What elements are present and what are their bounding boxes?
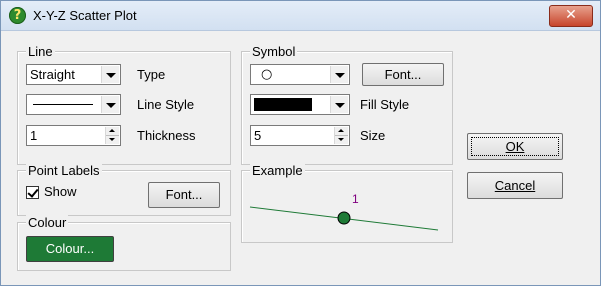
size-spinner[interactable]: 5 [250, 125, 350, 146]
title-bar: ? X-Y-Z Scatter Plot ✕ [1, 1, 600, 31]
example-preview: 1 [249, 192, 439, 231]
point-labels-font-button[interactable]: Font... [148, 182, 220, 208]
point-labels-font-button-label: Font... [165, 187, 203, 202]
fill-style-select[interactable] [250, 94, 350, 115]
symbol-font-button[interactable]: Font... [362, 63, 444, 86]
size-label: Size [360, 128, 386, 143]
point-labels-group: Point Labels Show Font... [17, 163, 231, 216]
line-style-label: Line Style [137, 97, 195, 112]
symbol-select[interactable]: ○ [250, 64, 350, 85]
example-point-label: 1 [352, 192, 359, 206]
line-type-value: Straight [30, 67, 75, 82]
chevron-down-icon[interactable] [330, 66, 348, 83]
colour-button-label: Colour... [45, 241, 95, 256]
symbol-value: ○ [261, 67, 273, 82]
close-button[interactable]: ✕ [549, 5, 593, 27]
spin-down-icon[interactable] [109, 138, 115, 141]
line-style-select[interactable] [26, 94, 121, 115]
cancel-button[interactable]: Cancel [467, 172, 563, 199]
chevron-down-icon[interactable] [330, 96, 348, 113]
colour-group: Colour Colour... [17, 215, 231, 271]
dialog-body: Line Straight Type Line Style 1 Thicknes… [9, 37, 592, 277]
line-type-select[interactable]: Straight [26, 64, 121, 85]
symbol-font-button-label: Font... [384, 67, 422, 82]
size-value: 5 [254, 128, 262, 143]
chevron-down-icon[interactable] [101, 66, 119, 83]
help-icon: ? [9, 7, 26, 24]
show-label: Show [44, 184, 77, 199]
ok-button[interactable]: OK [467, 133, 563, 160]
cancel-button-label: Cancel [494, 178, 536, 193]
line-group-legend: Line [26, 44, 55, 59]
spin-buttons[interactable] [334, 127, 348, 144]
symbol-group: Symbol ○ Font... Fill Style 5 Size [241, 44, 453, 165]
thickness-spinner[interactable]: 1 [26, 125, 121, 146]
line-type-label: Type [137, 67, 166, 82]
line-group: Line Straight Type Line Style 1 Thicknes… [17, 44, 231, 165]
show-checkbox[interactable] [26, 186, 39, 199]
colour-group-legend: Colour [26, 215, 69, 230]
chevron-down-icon[interactable] [101, 96, 119, 113]
spin-up-icon[interactable] [338, 129, 344, 132]
spin-up-icon[interactable] [109, 129, 115, 132]
spin-buttons[interactable] [105, 127, 119, 144]
colour-button[interactable]: Colour... [26, 236, 114, 262]
symbol-group-legend: Symbol [250, 44, 298, 59]
window-title: X-Y-Z Scatter Plot [33, 8, 137, 23]
fill-style-label: Fill Style [360, 97, 410, 112]
spin-divider [106, 135, 119, 136]
line-style-sample [33, 104, 93, 105]
fill-style-sample [254, 98, 312, 111]
dialog-window: ? X-Y-Z Scatter Plot ✕ Line Straight Typ… [0, 0, 601, 286]
point-labels-legend: Point Labels [26, 163, 102, 178]
focus-ring [471, 137, 559, 156]
spin-divider [335, 135, 348, 136]
example-group: Example 1 [241, 163, 453, 243]
spin-down-icon[interactable] [338, 138, 344, 141]
thickness-label: Thickness [137, 128, 196, 143]
thickness-value: 1 [30, 128, 38, 143]
example-point [337, 211, 351, 225]
